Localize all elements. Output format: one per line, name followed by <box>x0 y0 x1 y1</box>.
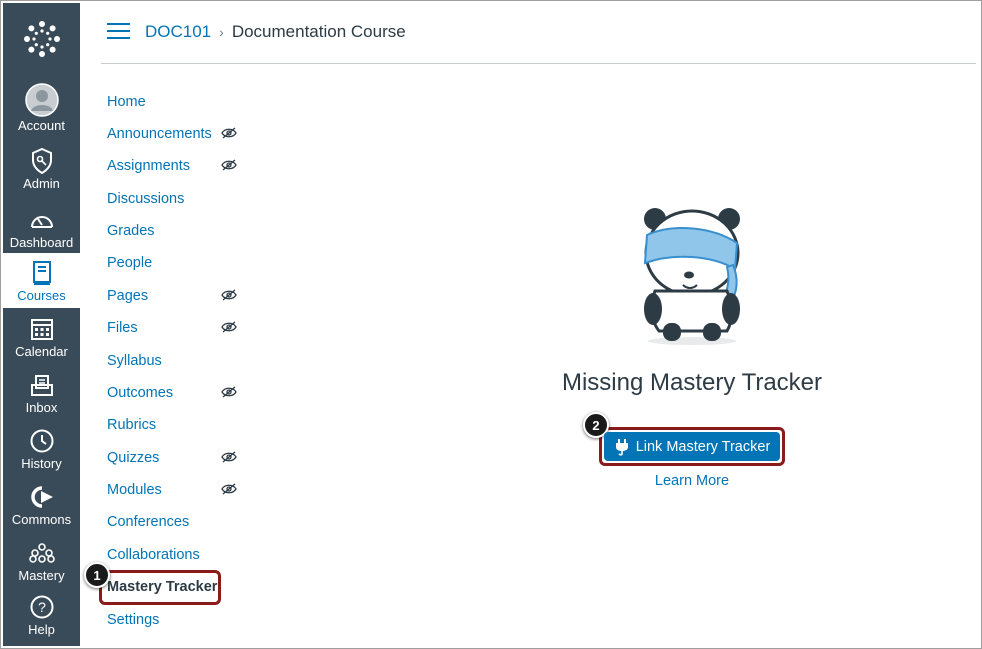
hidden-eye-icon <box>221 289 237 301</box>
global-nav-label: Dashboard <box>9 235 74 250</box>
dashboard-gauge-icon <box>28 206 56 234</box>
global-nav-label: Calendar <box>15 344 68 359</box>
link-mastery-tracker-button[interactable]: Link Mastery Tracker <box>604 432 780 461</box>
breadcrumb-separator: › <box>219 24 224 40</box>
hidden-eye-icon <box>221 127 237 139</box>
course-nav-outcomes[interactable]: Outcomes <box>107 380 173 406</box>
breadcrumb-course-code[interactable]: DOC101 <box>145 22 211 42</box>
course-nav-rubrics[interactable]: Rubrics <box>107 412 156 438</box>
course-nav-settings[interactable]: Settings <box>107 607 159 633</box>
global-nav-calendar[interactable]: Calendar <box>3 315 80 371</box>
canvas-logo-icon <box>23 21 60 57</box>
course-header: DOC101 › Documentation Course <box>101 3 976 64</box>
inbox-icon <box>28 371 56 399</box>
course-nav-discussions[interactable]: Discussions <box>107 186 184 212</box>
global-nav-label: Admin <box>23 176 60 191</box>
global-nav-help[interactable]: ? Help <box>3 593 80 648</box>
courses-book-icon <box>28 259 56 287</box>
browser-frame: Account Admin Dashboard Courses Calendar <box>0 0 982 649</box>
course-nav-syllabus[interactable]: Syllabus <box>107 348 162 374</box>
course-nav-people[interactable]: People <box>107 250 152 276</box>
breadcrumb-course-name: Documentation Course <box>231 22 406 41</box>
mastery-tracker-highlight <box>99 570 221 605</box>
global-nav-label: History <box>21 456 62 471</box>
global-nav-history[interactable]: History <box>3 427 80 483</box>
course-nav-modules[interactable]: Modules <box>107 477 162 503</box>
course-nav-pages[interactable]: Pages <box>107 283 148 309</box>
global-nav-label: Mastery <box>18 568 65 583</box>
course-nav-assignments[interactable]: Assignments <box>107 153 190 179</box>
panda-blindfold-illustration <box>643 208 740 345</box>
canvas-logo[interactable] <box>3 3 80 75</box>
global-nav-courses[interactable]: Courses <box>3 253 80 308</box>
course-nav-quizzes[interactable]: Quizzes <box>107 445 159 471</box>
link-button-label: Link Mastery Tracker <box>635 438 771 455</box>
plug-icon <box>615 438 628 456</box>
global-nav-label: Inbox <box>25 400 58 415</box>
page-title: Missing Mastery Tracker <box>561 369 823 396</box>
svg-text:?: ? <box>38 599 46 615</box>
global-nav-label: Help <box>28 622 55 637</box>
hamburger-menu-icon[interactable] <box>107 23 130 41</box>
callout-badge-1: 1 <box>84 562 110 588</box>
course-nav-announcements[interactable]: Announcements <box>107 121 212 147</box>
global-nav-label: Courses <box>17 288 66 303</box>
hidden-eye-icon <box>221 386 237 398</box>
global-nav-admin[interactable]: Admin <box>3 147 80 203</box>
global-nav-label: Commons <box>11 512 72 527</box>
global-nav-label: Account <box>18 118 65 133</box>
course-nav-files[interactable]: Files <box>107 315 138 341</box>
account-avatar-icon <box>24 83 59 117</box>
mastery-nodes-icon <box>28 539 56 567</box>
course-nav-collaborations[interactable]: Collaborations <box>107 542 200 568</box>
learn-more-link[interactable]: Learn More <box>592 473 792 489</box>
course-nav-conferences[interactable]: Conferences <box>107 509 189 535</box>
history-clock-icon <box>28 427 56 455</box>
help-question-icon: ? <box>28 593 56 621</box>
course-nav-grades[interactable]: Grades <box>107 218 155 244</box>
hidden-eye-icon <box>221 483 237 495</box>
hidden-eye-icon <box>221 321 237 333</box>
admin-shield-icon <box>28 147 56 175</box>
global-nav: Account Admin Dashboard Courses Calendar <box>3 3 80 646</box>
global-nav-commons[interactable]: Commons <box>3 483 80 539</box>
commons-arrow-icon <box>28 483 56 511</box>
global-nav-inbox[interactable]: Inbox <box>3 371 80 427</box>
calendar-icon <box>28 315 56 343</box>
global-nav-account[interactable]: Account <box>3 83 80 139</box>
global-nav-mastery[interactable]: Mastery <box>3 539 80 595</box>
course-nav-home[interactable]: Home <box>107 89 146 115</box>
hidden-eye-icon <box>221 451 237 463</box>
hidden-eye-icon <box>221 159 237 171</box>
breadcrumb: DOC101 › Documentation Course <box>145 22 406 42</box>
